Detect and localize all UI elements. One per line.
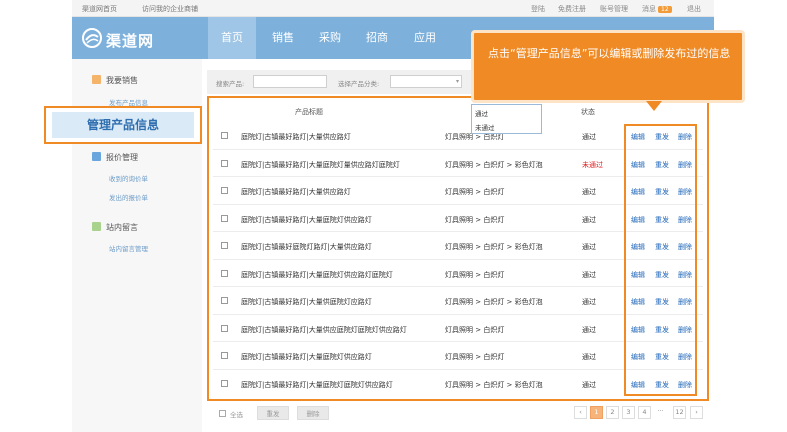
row-category: 灯具照明 > 白炽灯 (445, 270, 505, 279)
row-status: 通过 (582, 325, 596, 334)
manage-products-label: 管理产品信息 (86, 118, 159, 132)
messages-label: 消息 (642, 5, 656, 13)
tip-callout: 点击“管理产品信息”可以编辑或删除发布过的信息 (471, 30, 745, 103)
row-category: 灯具照明 > 白炽灯 (445, 188, 505, 196)
row-status: 通过 (582, 188, 596, 196)
row-checkbox[interactable] (221, 269, 228, 277)
row-status: 通过 (582, 243, 596, 251)
row-title[interactable]: 庭院灯|古镇最好路灯|大量庭院灯量供应路灯庭院灯 (241, 160, 400, 170)
sidebar-item-received-inquiries[interactable]: 收到的询价单 (109, 173, 148, 183)
sidebar-section-sales-label: 我要销售 (106, 76, 138, 85)
sidebar-section-messages[interactable]: 站内留言 (92, 222, 138, 233)
status-option-fail[interactable]: 未通过 (475, 122, 495, 132)
messages-link[interactable]: 消息 12 (642, 4, 672, 14)
row-status: 通过 (582, 270, 596, 279)
callout-text: 点击“管理产品信息”可以编辑或删除发布过的信息 (488, 47, 731, 60)
logo-text: 渠道网 (106, 32, 155, 50)
row-checkbox[interactable] (221, 132, 228, 139)
nav-purchase[interactable]: 采购 (307, 17, 353, 59)
sidebar-item-manage-products[interactable]: 管理产品信息 (44, 106, 202, 144)
actions-highlight-box (624, 124, 697, 396)
row-title[interactable]: 庭院灯|古镇最好路灯|大量供应路灯 (241, 132, 351, 142)
row-category: 灯具照明 > 白炽灯 > 彩色灯泡 (445, 160, 543, 169)
nav-sales[interactable]: 销售 (260, 17, 306, 59)
row-title[interactable]: 庭院灯|古镇最好路灯|大量庭院灯供应路灯 (241, 352, 372, 362)
account-link[interactable]: 账号管理 (600, 4, 628, 14)
quote-arrow-icon (92, 152, 101, 161)
row-checkbox[interactable] (221, 324, 228, 332)
next-page-icon[interactable]: › (690, 406, 703, 419)
sales-rss-icon (92, 75, 101, 84)
bulk-resend-button[interactable]: 重发 (257, 406, 289, 420)
row-title[interactable]: 庭院灯|古镇最好路灯|大量供应庭院灯庭院灯供应路灯 (241, 325, 407, 335)
row-category: 灯具照明 > 白炽灯 > 彩色灯泡 (445, 380, 543, 389)
row-status: 通过 (582, 380, 596, 389)
login-link[interactable]: 登陆 (531, 4, 545, 14)
sidebar-section-messages-label: 站内留言 (106, 223, 138, 232)
bulk-delete-button[interactable]: 删除 (297, 406, 329, 420)
status-dropdown[interactable]: 通过 未通过 (471, 104, 542, 134)
sidebar-item-sent-quotes[interactable]: 发出的报价单 (109, 192, 148, 202)
search-input[interactable] (253, 75, 327, 88)
chevron-down-icon: ▾ (455, 78, 459, 85)
row-checkbox[interactable] (221, 242, 228, 249)
row-title[interactable]: 庭院灯|古镇最好路灯|大量庭院灯庭院灯供应路灯 (241, 380, 393, 390)
category-select[interactable]: ▾ (390, 75, 462, 88)
row-status: 通过 (582, 298, 596, 306)
row-checkbox[interactable] (221, 297, 228, 304)
row-checkbox[interactable] (221, 159, 228, 167)
row-checkbox[interactable] (221, 379, 228, 387)
sidebar-section-quotes-label: 报价管理 (106, 153, 138, 162)
select-all-checkbox[interactable] (219, 410, 226, 417)
sidebar-section-quotes[interactable]: 报价管理 (92, 152, 138, 163)
bulk-actions: 全选 重发 删除 (207, 404, 407, 422)
row-title[interactable]: 庭院灯|古镇最好路灯|大量供应路灯 (241, 187, 351, 197)
row-category: 灯具照明 > 白炽灯 > 彩色灯泡 (445, 298, 543, 306)
row-status: 通过 (582, 133, 596, 141)
page-12[interactable]: 12 (673, 406, 686, 419)
callout-pointer (646, 101, 662, 111)
search-label: 搜索产品: (216, 80, 245, 88)
page-4[interactable]: 4 (638, 406, 651, 419)
row-title[interactable]: 庭院灯|古镇最好路灯|大量供庭院灯应路灯 (241, 297, 372, 307)
visit-shop-link[interactable]: 访问我的企业商铺 (142, 4, 198, 14)
logo-icon (82, 28, 102, 48)
row-title[interactable]: 庭院灯|古镇最好庭院灯路灯|大量供应路灯 (241, 242, 372, 252)
manage-products-highlight: 管理产品信息 (52, 112, 194, 138)
row-category: 灯具照明 > 白炽灯 (445, 215, 505, 224)
col-header-status: 状态 (581, 108, 595, 116)
prev-page-icon[interactable]: ‹ (574, 406, 587, 419)
page-3[interactable]: 3 (622, 406, 635, 419)
row-category: 灯具照明 > 白炽灯 (445, 353, 505, 361)
row-status: 通过 (582, 353, 596, 361)
col-header-title: 产品标题 (295, 108, 323, 116)
top-utility-bar: 渠道网首页 访问我的企业商铺 登陆 免费注册 账号管理 消息 12 退出 (72, 0, 714, 17)
category-label: 选择产品分类: (338, 80, 380, 88)
sidebar-section-sales[interactable]: 我要销售 (92, 75, 138, 86)
page-1[interactable]: 1 (590, 406, 603, 419)
row-status: 未通过 (582, 160, 603, 169)
message-icon (92, 222, 101, 231)
register-link[interactable]: 免费注册 (558, 4, 586, 14)
row-title[interactable]: 庭院灯|古镇最好路灯|大量庭院灯供应路灯庭院灯 (241, 270, 393, 280)
row-checkbox[interactable] (221, 352, 228, 359)
status-option-pass[interactable]: 通过 (475, 108, 488, 118)
home-link[interactable]: 渠道网首页 (82, 4, 117, 14)
row-checkbox[interactable] (221, 187, 228, 194)
nav-home[interactable]: 首页 (208, 17, 256, 59)
row-checkbox[interactable] (221, 214, 228, 222)
sidebar-item-message-management[interactable]: 站内留言管理 (109, 243, 148, 253)
logout-link[interactable]: 退出 (687, 4, 701, 14)
row-category: 灯具照明 > 白炽灯 (445, 325, 505, 334)
row-title[interactable]: 庭院灯|古镇最好路灯|大量庭院灯供应路灯 (241, 215, 372, 225)
select-all-label: 全选 (230, 411, 243, 419)
row-category: 灯具照明 > 白炽灯 > 彩色灯泡 (445, 243, 543, 251)
nav-investment[interactable]: 招商 (354, 17, 400, 59)
row-status: 通过 (582, 215, 596, 224)
nav-apps[interactable]: 应用 (402, 17, 448, 59)
message-count-badge: 12 (658, 6, 672, 13)
page-ellipsis: ··· (657, 407, 664, 415)
page-2[interactable]: 2 (606, 406, 619, 419)
site-logo[interactable]: 渠道网 (82, 27, 192, 50)
